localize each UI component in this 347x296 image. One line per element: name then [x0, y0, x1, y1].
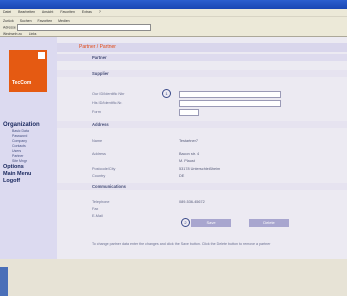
section-address: Address [57, 121, 347, 128]
main-content: Partner / Partner Partner Supplier Our I… [57, 37, 347, 259]
media-button[interactable]: Medien [58, 19, 69, 23]
back-button[interactable]: Zurück [3, 19, 14, 23]
nav-options[interactable]: Options [3, 164, 57, 171]
teccom-logo: TecCom [9, 50, 47, 92]
browser-title-bar [0, 0, 347, 9]
browser-toolbar: Zurück Suchen Favoriten Medien [0, 16, 347, 24]
value-telephone: 089-536-45672 [179, 200, 205, 204]
menu-item-ansicht[interactable]: Ansicht [42, 10, 53, 14]
label-email: E-Mail [92, 214, 103, 218]
section-supplier: Supplier [57, 70, 347, 77]
favorites-button[interactable]: Favoriten [38, 19, 53, 23]
breadcrumb: Partner / Partner [57, 43, 347, 52]
browser-menu-bar: Datei Bearbeiten Ansicht Favoriten Extra… [0, 9, 347, 16]
label-form: Form [92, 110, 101, 114]
logo-notch-icon [38, 52, 45, 59]
page-title: Partner [57, 54, 347, 61]
logo-text: TecCom [12, 80, 32, 86]
go-button[interactable]: Wechseln zu [3, 32, 22, 36]
our-id-input[interactable] [179, 91, 281, 98]
callout-1: 1 [162, 89, 171, 98]
nav-main-menu[interactable]: Main Menu [3, 171, 57, 178]
address-bar: Adresse [0, 24, 347, 31]
value-address-2: M. Plaust [179, 159, 195, 163]
search-button[interactable]: Suchen [20, 19, 32, 23]
desktop-edge [0, 267, 8, 296]
label-country: Country [92, 174, 106, 178]
label-fax: Fax [92, 207, 99, 211]
sidebar-nav: Organization Basic Data Password Company… [3, 122, 57, 185]
value-postcode-city: 53178 Unterschleißheim [179, 167, 221, 171]
label-postcode-city: Postcode/City [92, 167, 116, 171]
nav-logoff[interactable]: Logoff [3, 178, 57, 185]
menu-item-favoriten[interactable]: Favoriten [60, 10, 75, 14]
menu-item-extras[interactable]: Extras [82, 10, 92, 14]
menu-item-bearbeiten[interactable]: Bearbeiten [18, 10, 35, 14]
value-country: DE [179, 174, 185, 178]
address-label: Adresse [3, 25, 16, 30]
his-id-input[interactable] [179, 100, 281, 107]
form-input[interactable] [179, 109, 199, 116]
value-address: Bacon str. 4 [179, 152, 200, 156]
help-text: To change partner data enter the changes… [92, 242, 271, 246]
links-button[interactable]: Links [29, 32, 37, 36]
label-name: Name [92, 139, 103, 143]
label-his-id: His ID/Identific.Nr. [92, 101, 123, 105]
callout-2: 2 [181, 218, 190, 227]
address-input[interactable] [16, 24, 151, 31]
nav-organization[interactable]: Organization [3, 122, 57, 129]
menu-item-help[interactable]: ? [99, 10, 101, 14]
delete-button[interactable]: Delete [249, 219, 289, 227]
menu-item-datei[interactable]: Datei [3, 10, 11, 14]
save-button[interactable]: Save [191, 219, 231, 227]
label-our-id: Our ID/Identific Nbr [92, 92, 125, 96]
sidebar: TecCom Organization Basic Data Password … [0, 37, 57, 296]
label-address: Address [92, 152, 106, 156]
value-name: Testartner7 [179, 139, 198, 143]
label-telephone: Telephone [92, 200, 110, 204]
section-communications: Communications [57, 183, 347, 190]
